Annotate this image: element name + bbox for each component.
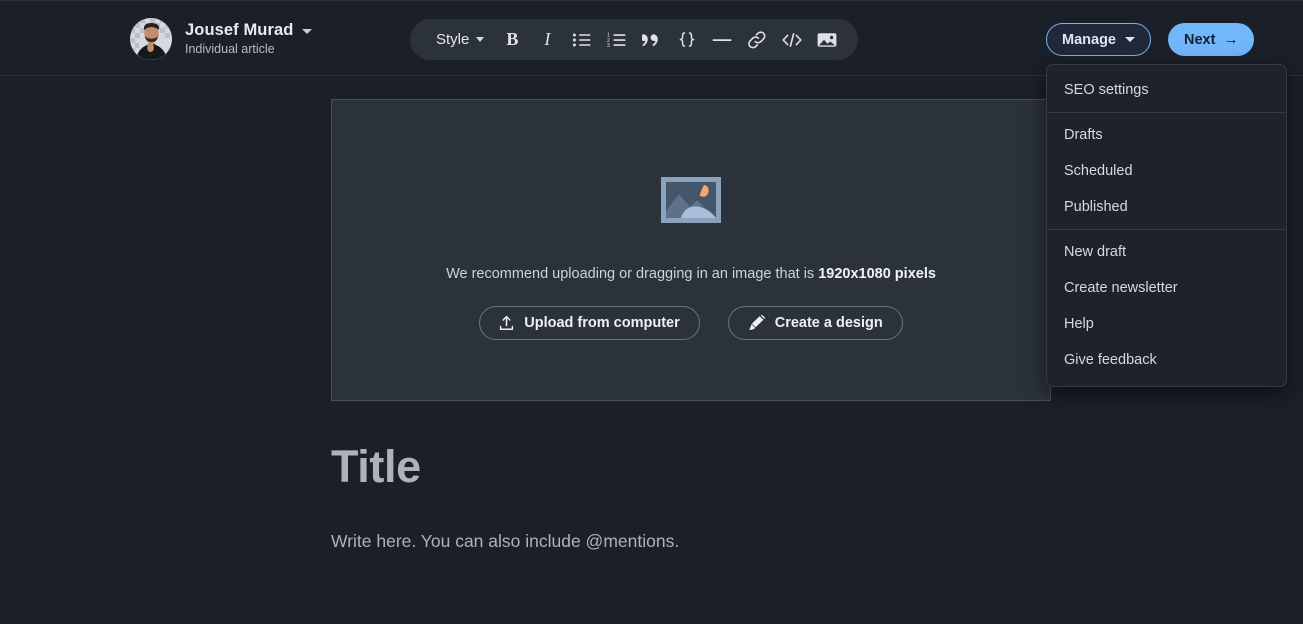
insert-image-button[interactable]: [810, 23, 844, 57]
author-subtitle: Individual article: [185, 41, 312, 58]
bold-button[interactable]: B: [495, 23, 529, 57]
article-title-input[interactable]: Title: [331, 441, 421, 493]
italic-button[interactable]: I: [530, 23, 564, 57]
manage-dropdown-menu: SEO settings Drafts Scheduled Published …: [1046, 64, 1287, 387]
bulleted-list-button[interactable]: [565, 23, 599, 57]
create-a-design-button[interactable]: Create a design: [728, 306, 903, 340]
image-placeholder-icon: [660, 169, 722, 236]
horizontal-rule-button[interactable]: [705, 23, 739, 57]
chevron-down-icon: [1125, 37, 1135, 42]
menu-item-scheduled[interactable]: Scheduled: [1047, 153, 1286, 189]
blockquote-button[interactable]: [635, 23, 669, 57]
style-dropdown-button[interactable]: Style: [424, 23, 494, 57]
menu-item-published[interactable]: Published: [1047, 189, 1286, 225]
embed-code-button[interactable]: [775, 23, 809, 57]
cover-image-dropzone[interactable]: We recommend uploading or dragging in an…: [331, 99, 1051, 401]
author-name: Jousef Murad: [185, 20, 293, 40]
menu-item-help[interactable]: Help: [1047, 306, 1286, 342]
design-label: Create a design: [775, 315, 883, 331]
svg-text:3: 3: [607, 43, 610, 48]
menu-item-drafts[interactable]: Drafts: [1047, 117, 1286, 153]
chevron-down-icon[interactable]: [302, 29, 312, 34]
article-body-input[interactable]: Write here. You can also include @mentio…: [331, 531, 679, 552]
manage-button[interactable]: Manage: [1046, 23, 1151, 56]
menu-item-give-feedback[interactable]: Give feedback: [1047, 342, 1286, 378]
author-block[interactable]: Jousef Murad Individual article: [130, 18, 312, 60]
dropzone-actions: Upload from computer Create a design: [479, 306, 902, 340]
numbered-list-button[interactable]: 1 2 3: [600, 23, 634, 57]
menu-item-new-draft[interactable]: New draft: [1047, 234, 1286, 270]
arrow-right-icon: →: [1223, 32, 1238, 47]
author-name-row: Jousef Murad: [185, 20, 312, 40]
avatar: [130, 18, 172, 60]
upload-from-computer-button[interactable]: Upload from computer: [479, 306, 699, 340]
author-text: Jousef Murad Individual article: [185, 20, 312, 58]
next-button[interactable]: Next →: [1168, 23, 1254, 56]
code-block-button[interactable]: [670, 23, 704, 57]
style-label: Style: [436, 31, 469, 48]
formatting-toolbar: Style B I 1 2 3: [410, 19, 858, 60]
recommendation-text: We recommend uploading or dragging in an…: [446, 266, 936, 282]
menu-divider: [1047, 112, 1286, 113]
next-label: Next: [1184, 32, 1215, 48]
chevron-down-icon: [476, 37, 484, 42]
menu-item-seo-settings[interactable]: SEO settings: [1047, 72, 1286, 108]
menu-divider: [1047, 229, 1286, 230]
recommendation-prefix: We recommend uploading or dragging in an…: [446, 266, 818, 282]
upload-label: Upload from computer: [524, 315, 679, 331]
recommendation-size: 1920x1080 pixels: [818, 266, 936, 282]
link-button[interactable]: [740, 23, 774, 57]
menu-item-create-newsletter[interactable]: Create newsletter: [1047, 270, 1286, 306]
editor-page: Jousef Murad Individual article Style B …: [0, 0, 1303, 624]
manage-label: Manage: [1062, 32, 1116, 48]
